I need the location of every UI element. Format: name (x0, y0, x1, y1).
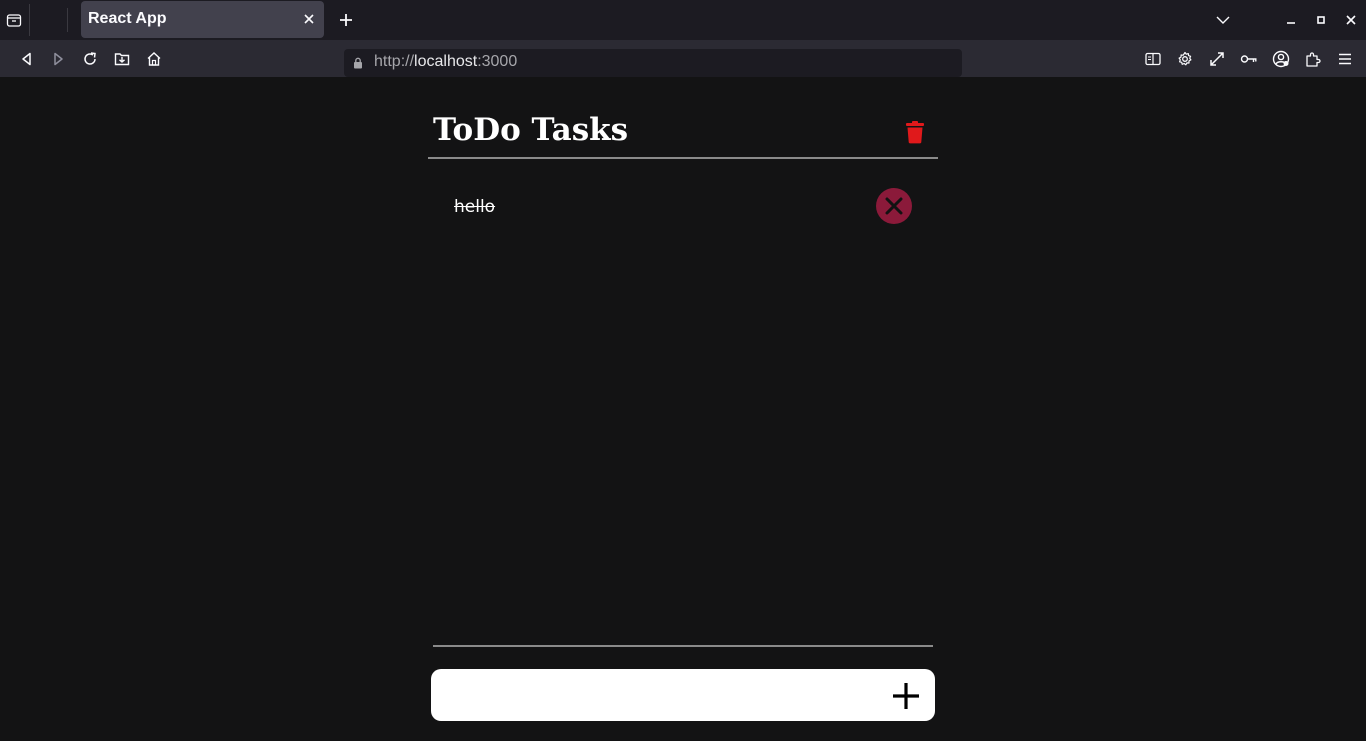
gear-icon[interactable] (1174, 48, 1196, 70)
task-input[interactable] (445, 677, 875, 713)
window-close-icon[interactable] (1341, 10, 1361, 30)
plus-icon (893, 683, 919, 709)
forward-arrow-icon[interactable] (47, 48, 69, 70)
navigation-toolbar: http://localhost:3000 (0, 40, 1366, 77)
chevron-down-icon[interactable] (1213, 10, 1233, 30)
home-icon[interactable] (143, 48, 165, 70)
tab-strip-separator (67, 8, 68, 32)
close-icon (885, 197, 903, 215)
back-arrow-icon[interactable] (16, 48, 38, 70)
minimize-icon[interactable] (1281, 10, 1301, 30)
url-port: :3000 (477, 53, 518, 70)
url-host: localhost (414, 53, 478, 70)
url-scheme: http:// (374, 53, 415, 70)
new-tab-button[interactable] (335, 9, 357, 31)
key-icon[interactable] (1238, 48, 1260, 70)
clear-all-button[interactable] (903, 118, 927, 146)
task-item[interactable]: hello (433, 185, 933, 229)
reload-icon[interactable] (79, 48, 101, 70)
task-text[interactable]: hello (454, 197, 495, 217)
lock-icon (354, 57, 362, 69)
expand-icon[interactable] (1206, 48, 1228, 70)
tab-strip: React App (0, 0, 1366, 40)
add-task-bar (431, 669, 935, 721)
input-divider (433, 645, 933, 647)
add-task-button[interactable] (889, 680, 923, 712)
folder-download-icon[interactable] (111, 48, 133, 70)
url-bar[interactable]: http://localhost:3000 (344, 49, 962, 77)
maximize-icon[interactable] (1311, 10, 1331, 30)
tab-strip-separator (29, 4, 30, 36)
delete-task-button[interactable] (876, 188, 912, 224)
browser-tab-active[interactable]: React App (81, 1, 324, 38)
tab-list-icon[interactable] (4, 10, 24, 30)
url-text: http://localhost:3000 (374, 53, 517, 71)
trash-icon (906, 121, 924, 144)
title-divider (428, 157, 938, 159)
plus-icon (340, 14, 352, 26)
hamburger-menu-icon[interactable] (1334, 48, 1356, 70)
reader-view-icon[interactable] (1142, 48, 1164, 70)
puzzle-icon[interactable] (1302, 48, 1324, 70)
page-title: ToDo Tasks (433, 112, 629, 148)
tab-title: React App (88, 10, 167, 27)
close-icon[interactable] (300, 10, 318, 28)
account-icon[interactable] (1270, 48, 1292, 70)
